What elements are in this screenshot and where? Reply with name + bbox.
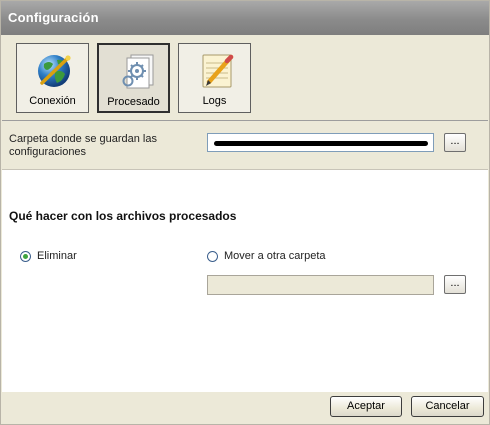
redacted-path — [214, 141, 428, 146]
tab-logs-label: Logs — [202, 95, 227, 107]
notepad-pencil-icon — [202, 54, 234, 88]
tab-logs[interactable]: Logs — [178, 43, 251, 113]
processed-files-heading: Qué hacer con los archivos procesados — [9, 209, 237, 223]
config-folder-label: Carpeta donde se guardan las configuraci… — [9, 133, 157, 158]
globe-icon — [38, 55, 71, 87]
config-folder-browse-button[interactable]: ... — [444, 133, 466, 152]
config-folder-input[interactable] — [207, 133, 434, 152]
destination-browse-button[interactable]: ... — [444, 275, 466, 294]
tab-conexion-label: Conexión — [29, 95, 76, 107]
radio-delete-indicator[interactable] — [20, 251, 31, 262]
radio-delete-label: Eliminar — [37, 250, 77, 262]
title-bar[interactable]: Configuración — [1, 1, 489, 35]
destination-folder-input[interactable] — [207, 275, 434, 295]
tab-procesado-label: Procesado — [107, 96, 160, 108]
cancel-button[interactable]: Cancelar — [411, 396, 484, 417]
window-title: Configuración — [8, 10, 99, 25]
tab-strip: Conexión Procesado Logs — [2, 35, 488, 119]
radio-move-indicator[interactable] — [207, 251, 218, 262]
accept-button[interactable]: Aceptar — [330, 396, 402, 417]
radio-move-label: Mover a otra carpeta — [224, 250, 326, 262]
radio-move[interactable]: Mover a otra carpeta — [207, 250, 367, 264]
tab-conexion[interactable]: Conexión — [16, 43, 89, 113]
dialog-footer: Aceptar Cancelar — [2, 392, 488, 424]
settings-panel: Carpeta donde se guardan las configuraci… — [2, 120, 488, 393]
radio-delete[interactable]: Eliminar — [20, 250, 140, 264]
config-dialog: Configuración Conexión Procesado Logs Ca… — [0, 0, 490, 425]
config-folder-section: Carpeta donde se guardan las configuraci… — [2, 121, 488, 170]
gears-document-icon — [122, 54, 154, 89]
tab-procesado[interactable]: Procesado — [97, 43, 170, 113]
